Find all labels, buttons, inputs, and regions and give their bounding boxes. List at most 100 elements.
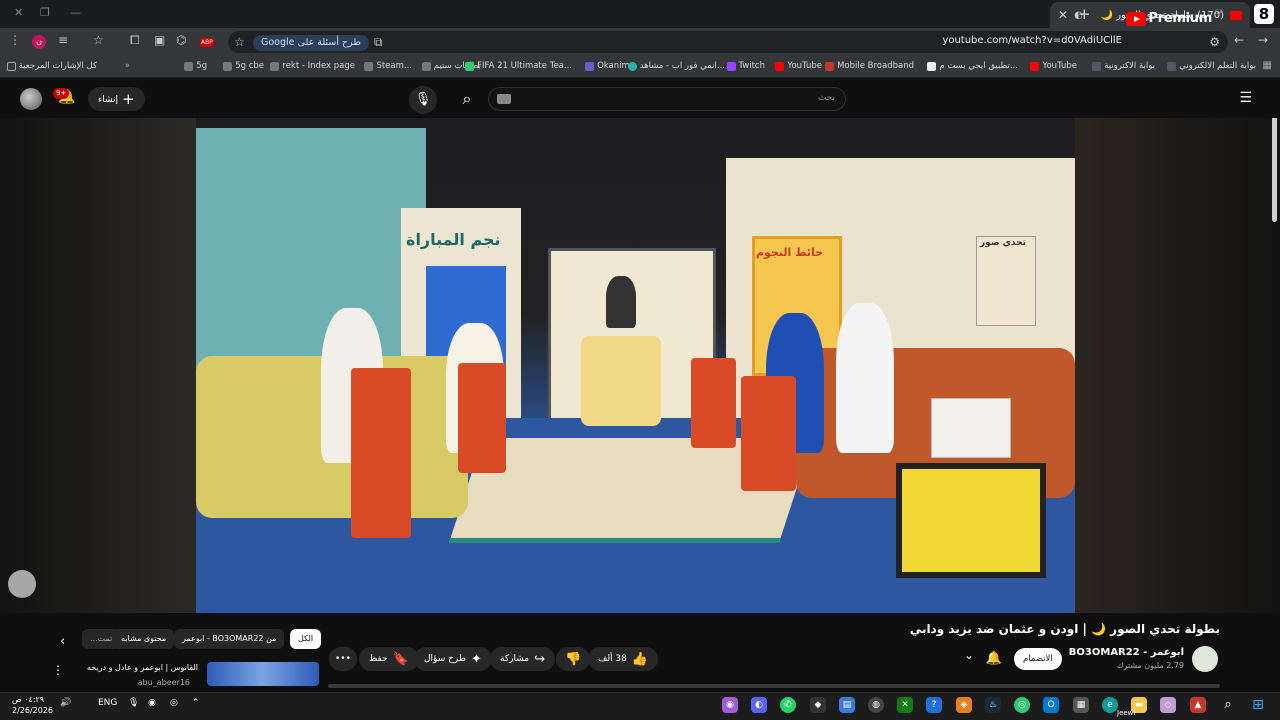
chrome-menu-icon[interactable]: ⋮: [9, 33, 21, 47]
bookmark-item[interactable]: YouTube: [1030, 61, 1077, 71]
window-minimize-icon[interactable]: —: [70, 6, 81, 19]
more-actions-button[interactable]: •••: [329, 647, 357, 671]
bookmark-item[interactable]: rekt - Index page: [270, 61, 355, 71]
bookmark-item[interactable]: Mobile Broadband: [825, 61, 914, 71]
taskbar-app-icon[interactable]: ◎: [1014, 697, 1030, 713]
taskbar-app-icon[interactable]: ▤: [839, 697, 855, 713]
like-button[interactable]: 👍38 ألف: [588, 647, 659, 671]
address-bar[interactable]: ⚙ youtube.com/watch?v=d0VAdiUCllE طرح أس…: [228, 31, 1228, 53]
site-settings-icon[interactable]: ⚙: [1209, 35, 1220, 49]
window-close-icon[interactable]: ✕: [14, 6, 23, 19]
taskbar-clock[interactable]: ٠٤:٢٩ ص 2/26/2026: [12, 694, 53, 716]
guest-figure: [836, 303, 894, 453]
profile-avatar[interactable]: ن: [32, 35, 46, 49]
taskbar-app-icon[interactable]: ◇: [1160, 697, 1176, 713]
chevron-left-icon[interactable]: ‹: [60, 634, 65, 649]
steam-icon[interactable]: ♨: [985, 697, 1001, 713]
language-indicator[interactable]: ENG: [98, 698, 117, 708]
bookmark-item[interactable]: بوابة التعلم الالكتروني: [1167, 61, 1256, 71]
horizontal-scrollbar[interactable]: [328, 684, 1220, 688]
bookmark-item[interactable]: Twitch: [726, 61, 765, 71]
video-title: بطولة تحدي الصور 🌙 | اودن و عثمان ضد يزي…: [909, 622, 1220, 636]
search-icon[interactable]: ⌕: [452, 86, 482, 112]
taskbar-app-icon[interactable]: ?: [926, 697, 942, 713]
guide-menu-icon[interactable]: ☰: [1239, 90, 1252, 106]
recommended-thumbnail[interactable]: [207, 662, 319, 686]
tab-close-icon[interactable]: ✕: [1058, 8, 1068, 22]
start-menu-icon[interactable]: ⊞: [1250, 697, 1266, 713]
create-button[interactable]: +إنشاء: [88, 87, 145, 111]
bookmark-item[interactable]: YouTube: [775, 61, 822, 71]
forward-icon[interactable]: ←: [1234, 33, 1244, 47]
bookmark-star-icon[interactable]: ☆: [234, 35, 245, 49]
bookmark-all[interactable]: كل الإشارات المرجعية: [6, 61, 97, 71]
video-player[interactable]: نجم المباراة حائط النجوم تحدي صور: [0, 118, 1280, 613]
new-tab-button[interactable]: +: [1078, 5, 1091, 23]
mic-tray-icon[interactable]: 🎙: [128, 698, 139, 708]
screen-share-icon[interactable]: ⧉: [374, 35, 383, 50]
ask-google-button[interactable]: طرح أسئلة على Google: [253, 35, 369, 51]
subscription-bell-icon[interactable]: 🔔: [982, 648, 1006, 670]
filter-chip-similar[interactable]: محتوى مشابه: [113, 629, 175, 649]
taskbar-app-icon[interactable]: ◆: [810, 697, 826, 713]
search-input[interactable]: بحث: [488, 87, 846, 111]
taskbar-app-icon[interactable]: ▲: [1190, 697, 1206, 713]
bookmarks-bar: كل الإشارات المرجعية » 5g 5g cbe rekt - …: [0, 56, 1280, 78]
taskbar-app-icon[interactable]: ▦: [1073, 697, 1089, 713]
bookmarks-overflow-icon[interactable]: »: [125, 61, 130, 71]
taskbar-app-icon[interactable]: ◉: [722, 697, 738, 713]
channel-watermark-icon[interactable]: [8, 570, 36, 598]
bookmark-item[interactable]: بوابة الاكترونية: [1092, 61, 1155, 71]
extensions-puzzle-icon[interactable]: ⧠: [130, 33, 140, 48]
filter-chip-watched[interactable]: تمت...: [82, 629, 121, 649]
abp-icon[interactable]: ABP: [200, 33, 214, 47]
dislike-button[interactable]: 👎: [556, 647, 591, 671]
join-button[interactable]: الانضمام: [1014, 648, 1062, 670]
outlook-icon[interactable]: O: [1043, 697, 1059, 713]
bookmarks-icon[interactable]: ☆: [93, 33, 104, 47]
xbox-icon[interactable]: ✕: [897, 697, 913, 713]
extension-2-icon[interactable]: ▣: [154, 33, 165, 47]
window-maximize-icon[interactable]: ❐: [40, 6, 50, 19]
edge-icon[interactable]: e: [1102, 697, 1118, 713]
microphone-icon[interactable]: 🎙: [409, 86, 437, 114]
apps-grid-icon[interactable]: ▦: [1263, 60, 1272, 71]
thumbs-up-icon: 👍: [631, 652, 649, 667]
youtube-logo[interactable]: Premium SA: [1125, 9, 1223, 26]
channel-avatar[interactable]: [1192, 646, 1218, 672]
bookmark-item[interactable]: تطبيق ايجي بست م...: [927, 61, 1018, 71]
search-taskbar-icon[interactable]: ⌕: [1220, 697, 1236, 713]
share-button[interactable]: ↪مشاركة: [490, 647, 555, 671]
back-icon[interactable]: →: [1258, 33, 1268, 47]
recommended-title[interactable]: القانوس | ابوعمر و عادل و دريحه: [87, 663, 198, 672]
volume-icon[interactable]: 🔊: [60, 698, 71, 708]
page-scrollbar[interactable]: [1272, 118, 1277, 222]
filter-chip-from-channel[interactable]: من BO3OMAR22 - ابوعمر: [174, 629, 285, 649]
filter-chip-all[interactable]: الكل: [290, 629, 322, 649]
bookmark-item[interactable]: 5g: [184, 61, 207, 71]
url-text[interactable]: youtube.com/watch?v=d0VAdiUCllE: [942, 35, 1122, 46]
more-options-icon[interactable]: ⋮: [52, 663, 64, 677]
recommended-channel[interactable]: abu_abeer16: [138, 678, 190, 687]
bookmark-item[interactable]: انمي فور اب - مشاهد...: [627, 61, 725, 71]
bookmark-item[interactable]: Steam...: [364, 61, 412, 71]
user-avatar[interactable]: [20, 88, 42, 110]
extension-icon[interactable]: ⌬: [176, 33, 186, 47]
channel-name[interactable]: ابوعمر - BO3OMAR22: [1069, 647, 1184, 658]
tray-app-icon[interactable]: ◉: [148, 698, 156, 708]
ask-button[interactable]: ✦طرح سؤال: [414, 647, 492, 671]
chevron-down-icon[interactable]: ⌄: [964, 648, 974, 662]
network-icon[interactable]: ◎: [170, 698, 178, 708]
taskbar-app-icon[interactable]: ◈: [956, 697, 972, 713]
bookmark-item[interactable]: FIFA 21 Ultimate Tea...: [465, 61, 572, 71]
media-queue-icon[interactable]: ≡: [58, 33, 68, 47]
save-button[interactable]: 🔖حفظ: [359, 647, 419, 671]
bookmark-item[interactable]: 5g cbe: [223, 61, 264, 71]
tray-overflow-icon[interactable]: ⌃: [192, 698, 200, 708]
chrome-taskbar-icon[interactable]: ◍: [868, 697, 884, 713]
whatsapp-icon[interactable]: ✆: [780, 697, 796, 713]
keyboard-icon[interactable]: [497, 94, 511, 104]
app-badge[interactable]: 8: [1254, 4, 1274, 24]
discord-icon[interactable]: ◐: [751, 697, 767, 713]
ambient-left: [0, 118, 196, 613]
